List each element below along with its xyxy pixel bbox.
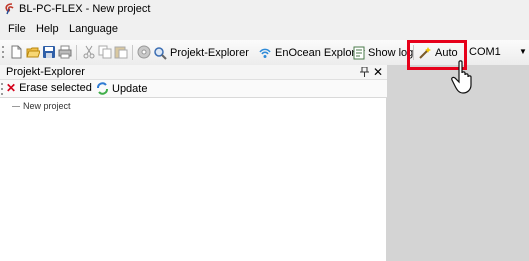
projekt-explorer-panel: Projekt-Explorer ✕ ✕ Erase selected Upda… xyxy=(0,65,387,261)
window-title: BL-PC-FLEX - New project xyxy=(19,3,151,15)
erase-selected-button[interactable]: ✕ Erase selected xyxy=(6,82,92,94)
toolbar-separator xyxy=(132,45,133,60)
enocean-explorer-button[interactable]: EnOcean Explorer xyxy=(258,43,365,62)
wireless-icon xyxy=(259,48,271,58)
print-icon[interactable] xyxy=(58,45,72,59)
open-folder-icon[interactable] xyxy=(26,45,40,59)
new-file-icon[interactable] xyxy=(9,45,23,59)
project-tree[interactable]: New project xyxy=(0,98,387,261)
update-button[interactable]: Update xyxy=(96,82,147,95)
menu-file[interactable]: File xyxy=(8,23,26,35)
paste-icon[interactable] xyxy=(114,45,128,59)
menu-help[interactable]: Help xyxy=(36,23,59,35)
tree-connector xyxy=(12,105,20,107)
panel-toolbar: ✕ Erase selected Update xyxy=(0,80,387,98)
enocean-explorer-label: EnOcean Explorer xyxy=(275,46,365,59)
menu-language[interactable]: Language xyxy=(69,23,118,35)
tree-node-label: New project xyxy=(23,101,71,111)
port-select-value: COM1 xyxy=(469,46,501,58)
menu-bar: File Help Language xyxy=(0,19,529,40)
toolbar-grip-icon xyxy=(1,83,3,95)
toolbar-separator xyxy=(76,45,77,60)
workspace-area xyxy=(387,65,529,261)
port-select[interactable]: COM1 ▼ xyxy=(465,44,529,61)
mouse-cursor-icon xyxy=(451,60,472,94)
toolbar-grip-icon xyxy=(2,46,4,58)
cut-icon[interactable] xyxy=(82,45,96,59)
panel-header: Projekt-Explorer ✕ xyxy=(0,65,387,80)
save-icon[interactable] xyxy=(42,45,56,59)
pin-icon[interactable] xyxy=(360,67,369,77)
panel-title: Projekt-Explorer xyxy=(6,66,85,78)
app-logo-icon xyxy=(5,3,14,15)
close-icon[interactable]: ✕ xyxy=(373,66,383,78)
show-log-button[interactable]: Show log xyxy=(353,43,413,62)
erase-selected-label: Erase selected xyxy=(19,82,92,94)
delete-x-icon: ✕ xyxy=(6,81,17,95)
refresh-icon xyxy=(97,82,108,95)
update-label: Update xyxy=(112,82,148,95)
projekt-explorer-label: Projekt-Explorer xyxy=(170,46,249,59)
magnifier-icon xyxy=(154,46,167,60)
disc-icon[interactable] xyxy=(137,45,151,59)
dropdown-arrow-icon[interactable]: ▼ xyxy=(519,47,527,56)
projekt-explorer-button[interactable]: Projekt-Explorer xyxy=(153,43,249,62)
title-bar: BL-PC-FLEX - New project xyxy=(0,0,529,19)
tree-node[interactable]: New project xyxy=(12,101,71,111)
copy-icon[interactable] xyxy=(98,45,112,59)
log-icon xyxy=(353,46,365,59)
